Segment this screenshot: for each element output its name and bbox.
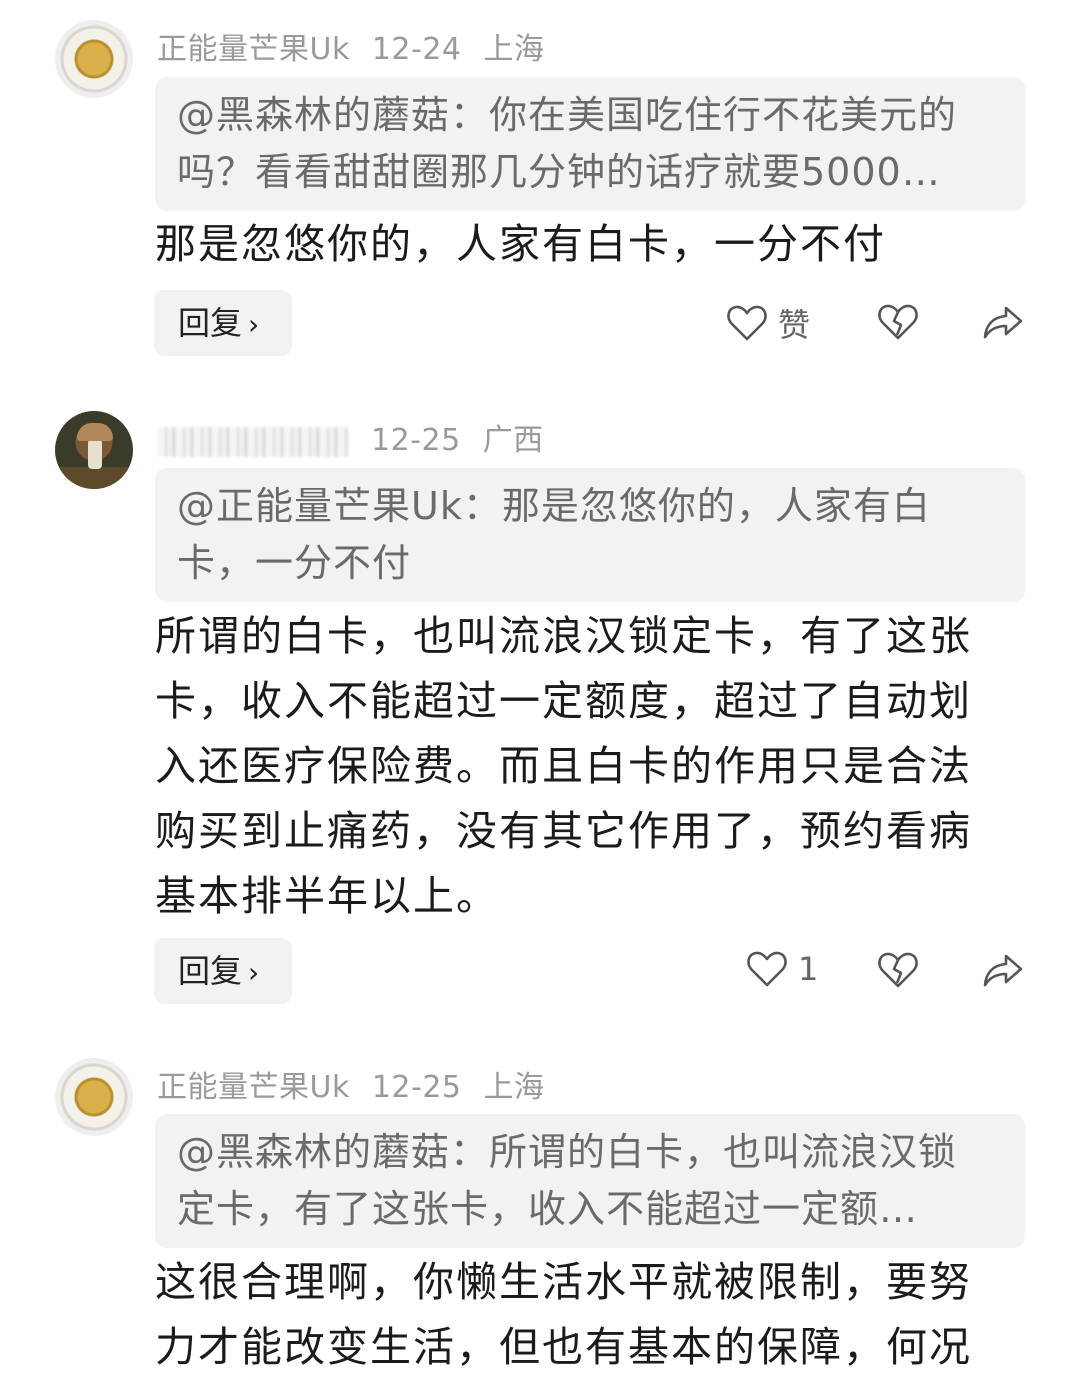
quoted-comment[interactable]: @黑森林的蘑菇：所谓的白卡，也叫流浪汉锁定卡，有了这张卡，收入不能超过一定额…: [155, 1114, 1025, 1248]
comment-text: 这很合理啊，你懒生活水平就被限制，要努力才能改变生活，但也有基本的保障，何况: [155, 1258, 972, 1371]
avatar[interactable]: [55, 1058, 133, 1136]
comment-date: 12-24: [371, 32, 462, 67]
quoted-text: @黑森林的蘑菇：你在美国吃住行不花美元的吗？看看甜甜圈那几分钟的话疗就要5000…: [177, 93, 958, 194]
like-button[interactable]: 赞: [726, 300, 810, 346]
comment-location: 上海: [483, 1070, 545, 1105]
author-name[interactable]: 正能量芒果Uk: [157, 32, 350, 67]
comment-meta: 正能量芒果Uk 12-25 上海: [157, 1062, 567, 1106]
comment-meta: 12-25 广西: [157, 415, 566, 459]
comment-date: 12-25: [371, 423, 461, 458]
comment-date: 12-25: [371, 1070, 462, 1105]
author-name[interactable]: 正能量芒果Uk: [157, 1070, 350, 1105]
like-button[interactable]: 1: [746, 948, 818, 989]
quoted-comment[interactable]: @正能量芒果Uk：那是忽悠你的，人家有白卡，一分不付: [155, 468, 1025, 602]
share-button[interactable]: [982, 950, 1024, 994]
heart-outline-icon: [747, 951, 787, 987]
comment-text: 那是忽悠你的，人家有白卡，一分不付: [155, 220, 886, 268]
quoted-comment[interactable]: @黑森林的蘑菇：你在美国吃住行不花美元的吗？看看甜甜圈那几分钟的话疗就要5000…: [155, 77, 1025, 211]
reply-label: 回复: [178, 304, 243, 342]
like-count: 1: [798, 950, 819, 988]
comment-location: 上海: [483, 32, 545, 67]
avatar[interactable]: [55, 411, 133, 489]
share-arrow-icon: [983, 306, 1023, 339]
comment-location: 广西: [482, 423, 544, 458]
comment-meta: 正能量芒果Uk 12-24 上海: [157, 24, 567, 68]
avatar[interactable]: [55, 20, 133, 98]
share-arrow-icon: [983, 954, 1023, 987]
heart-outline-icon: [727, 305, 767, 341]
quoted-text: @正能量芒果Uk：那是忽悠你的，人家有白卡，一分不付: [177, 484, 931, 585]
dislike-button[interactable]: [877, 950, 919, 994]
reply-label: 回复: [178, 952, 243, 990]
reply-button[interactable]: 回复 ›: [154, 290, 292, 356]
share-button[interactable]: [982, 302, 1024, 346]
quoted-text: @黑森林的蘑菇：所谓的白卡，也叫流浪汉锁定卡，有了这张卡，收入不能超过一定额…: [177, 1130, 958, 1231]
chevron-right-icon: ›: [248, 308, 260, 341]
dislike-button[interactable]: [877, 302, 919, 346]
comment-text: 所谓的白卡，也叫流浪汉锁定卡，有了这张卡，收入不能超过一定额度，超过了自动划入还…: [155, 612, 972, 920]
chevron-right-icon: ›: [248, 956, 260, 989]
like-label: 赞: [778, 306, 811, 344]
author-name-blurred[interactable]: [157, 426, 349, 457]
broken-heart-icon: [878, 304, 918, 340]
broken-heart-icon: [878, 952, 918, 988]
reply-button[interactable]: 回复 ›: [154, 938, 292, 1004]
